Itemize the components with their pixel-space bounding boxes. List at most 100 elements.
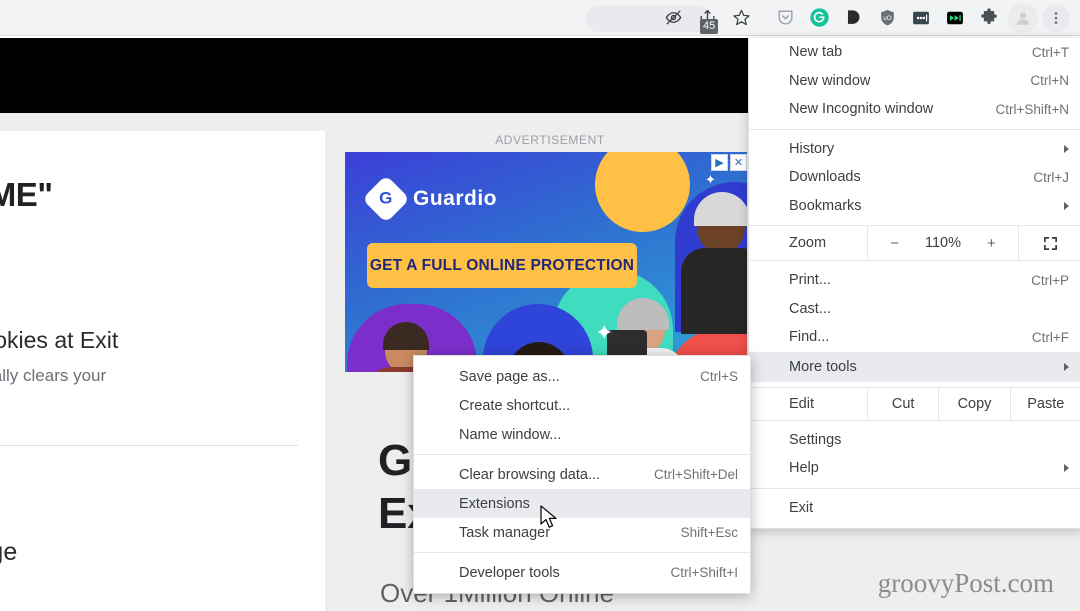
menu-item-new-tab[interactable]: New tab Ctrl+T xyxy=(749,38,1080,67)
menu-item-label: History xyxy=(789,140,835,157)
submenu-item-label: Name window... xyxy=(459,426,562,443)
submenu-item-name-window[interactable]: Name window... xyxy=(414,420,750,449)
lastpass-icon[interactable] xyxy=(906,3,936,33)
chrome-main-menu: New tab Ctrl+T New window Ctrl+N New Inc… xyxy=(748,38,1080,529)
submenu-item-save-page-as[interactable]: Save page as... Ctrl+S xyxy=(414,362,750,391)
edit-label: Edit xyxy=(789,395,814,412)
submenu-item-extensions[interactable]: Extensions xyxy=(414,489,750,518)
ad-person-body-4 xyxy=(681,248,747,334)
menu-item-find[interactable]: Find... Ctrl+F xyxy=(749,323,1080,352)
ad-sparkle-small-icon: ✦ xyxy=(705,172,716,187)
menu-item-cast[interactable]: Cast... xyxy=(749,295,1080,324)
ublock-icon[interactable]: uO xyxy=(872,3,902,33)
menu-item-shortcut: Ctrl+F xyxy=(1031,329,1069,345)
submenu-separator xyxy=(414,454,750,455)
menu-item-label: Help xyxy=(789,460,819,477)
menu-item-settings[interactable]: Settings xyxy=(749,426,1080,455)
article-divider xyxy=(0,445,298,446)
darkreader-icon[interactable] xyxy=(838,3,868,33)
ad-cta-button[interactable]: GET A FULL ONLINE PROTECTION xyxy=(367,243,637,288)
ad-cta-label: GET A FULL ONLINE PROTECTION xyxy=(369,256,635,274)
advertisement-banner[interactable]: ✦ ✦ G Guardio GET A FULL ONLINE PROTECTI… xyxy=(345,152,747,372)
more-tools-submenu: Save page as... Ctrl+S Create shortcut..… xyxy=(413,355,751,594)
guardio-logo-letter: G xyxy=(379,188,393,208)
menu-item-print[interactable]: Print... Ctrl+P xyxy=(749,266,1080,295)
menu-item-label: New window xyxy=(789,72,871,89)
copy-button[interactable]: Copy xyxy=(938,387,1009,420)
menu-item-help[interactable]: Help xyxy=(749,454,1080,483)
submenu-item-label: Save page as... xyxy=(459,368,560,385)
submenu-item-shortcut: Ctrl+S xyxy=(700,369,738,384)
menu-separator xyxy=(749,487,1080,489)
menu-item-downloads[interactable]: Downloads Ctrl+J xyxy=(749,163,1080,192)
menu-item-label: Print... xyxy=(789,272,831,289)
menu-separator xyxy=(749,128,1080,130)
submenu-item-developer-tools[interactable]: Developer tools Ctrl+Shift+I xyxy=(414,558,750,587)
chevron-right-icon xyxy=(1064,144,1069,153)
menu-item-more-tools[interactable]: More tools xyxy=(749,351,1080,382)
submenu-item-label: Task manager xyxy=(459,524,551,541)
ad-brand-logo: G Guardio xyxy=(361,174,497,224)
advertisement-label: ADVERTISEMENT xyxy=(495,133,605,147)
article-headline: ROME" xyxy=(0,176,53,213)
article-section-heading[interactable]: ft Edge xyxy=(0,538,338,567)
browser-toolbar: uO xyxy=(0,0,1080,36)
paste-button[interactable]: Paste xyxy=(1009,387,1080,420)
profile-avatar-icon[interactable] xyxy=(1008,2,1038,33)
chevron-right-icon xyxy=(1064,201,1069,210)
videospeed-icon[interactable] xyxy=(940,3,970,33)
menu-zoom-row: Zoom − 110% + xyxy=(749,225,1080,261)
menu-item-shortcut: Ctrl+J xyxy=(1033,169,1069,185)
extensions-puzzle-icon[interactable] xyxy=(974,3,1004,33)
menu-item-shortcut: Ctrl+Shift+N xyxy=(995,101,1069,117)
ad-sparkle-icon: ✦ xyxy=(595,320,614,345)
submenu-item-shortcut: Ctrl+Shift+Del xyxy=(653,467,738,482)
submenu-item-create-shortcut[interactable]: Create shortcut... xyxy=(414,391,750,420)
menu-item-new-incognito-window[interactable]: New Incognito window Ctrl+Shift+N xyxy=(749,95,1080,124)
zoom-controls: − 110% + xyxy=(867,226,1019,260)
submenu-item-label: Developer tools xyxy=(459,564,560,581)
menu-item-label: Cast... xyxy=(789,300,831,317)
menu-item-new-window[interactable]: New window Ctrl+N xyxy=(749,67,1080,96)
menu-item-label: New Incognito window xyxy=(789,101,934,118)
pocket-icon[interactable] xyxy=(770,3,800,33)
menu-item-history[interactable]: History xyxy=(749,135,1080,164)
zoom-label: Zoom xyxy=(789,235,827,251)
chevron-right-icon xyxy=(1064,362,1069,371)
submenu-separator xyxy=(414,552,750,553)
menu-item-exit[interactable]: Exit xyxy=(749,494,1080,523)
zoom-in-button[interactable]: + xyxy=(980,235,1002,252)
submenu-item-shortcut: Shift+Esc xyxy=(680,525,738,540)
guardio-logo-icon: G xyxy=(361,174,411,224)
close-icon[interactable]: ✕ xyxy=(730,154,747,171)
submenu-item-task-manager[interactable]: Task manager Shift+Esc xyxy=(414,518,750,547)
submenu-item-label: Extensions xyxy=(459,495,530,512)
cut-button[interactable]: Cut xyxy=(867,387,938,420)
article-excerpt: tomatically clears yourw... xyxy=(0,366,107,385)
submenu-item-clear-browsing-data[interactable]: Clear browsing data... Ctrl+Shift+Del xyxy=(414,460,750,489)
menu-item-label: Settings xyxy=(789,431,842,448)
menu-item-shortcut: Ctrl+N xyxy=(1030,73,1069,89)
article-subheadline[interactable]: er Cookies at Exit xyxy=(0,327,338,354)
eye-off-icon[interactable] xyxy=(658,3,688,33)
menu-item-label: Exit xyxy=(789,499,814,516)
star-icon[interactable] xyxy=(726,3,756,33)
fullscreen-icon[interactable] xyxy=(1019,236,1080,251)
zoom-out-button[interactable]: − xyxy=(884,235,906,252)
menu-edit-row: Edit Cut Copy Paste xyxy=(749,386,1080,421)
adchoices-icon[interactable]: ▶ xyxy=(711,154,728,171)
mouse-cursor-icon xyxy=(540,505,560,536)
submenu-item-label: Create shortcut... xyxy=(459,397,571,414)
menu-item-label: New tab xyxy=(789,44,843,61)
site-watermark: groovyPost.com xyxy=(877,568,1054,598)
svg-text:uO: uO xyxy=(883,15,892,22)
menu-item-bookmarks[interactable]: Bookmarks xyxy=(749,192,1080,221)
ad-choices-controls[interactable]: ▶ ✕ xyxy=(711,154,747,171)
three-dot-menu-icon[interactable] xyxy=(1042,3,1070,32)
menu-item-label: Downloads xyxy=(789,169,861,186)
chevron-right-icon xyxy=(1064,464,1069,473)
article-column: ROME" er Cookies at Exit tomatically cle… xyxy=(0,131,325,611)
submenu-item-label: Clear browsing data... xyxy=(459,466,601,483)
grammarly-icon[interactable] xyxy=(804,3,834,33)
